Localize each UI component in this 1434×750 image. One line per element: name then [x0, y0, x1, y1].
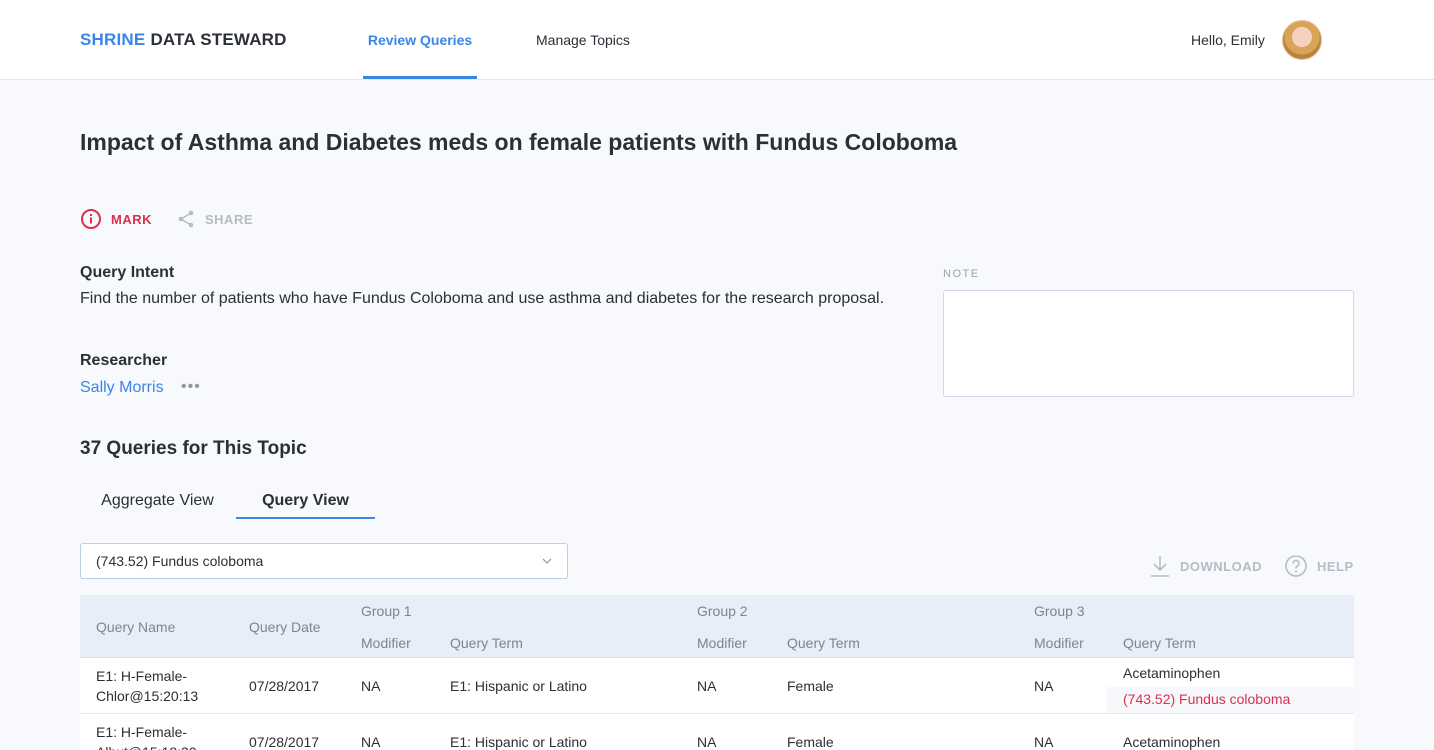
row-query-name: E1: H-Female-Albut@15:18:30 — [96, 724, 197, 750]
col-query-name[interactable]: Query Name — [96, 619, 175, 635]
row-query-name: E1: H-Female-Chlor@15:20:13 — [96, 668, 199, 704]
table-row[interactable]: E1: H-Female-Albut@15:18:30 07/28/2017 N… — [80, 714, 1354, 750]
query-intent-label: Query Intent — [80, 264, 175, 281]
tab-aggregate-view[interactable]: Aggregate View — [80, 484, 235, 519]
term-filter-value: (743.52) Fundus coloboma — [96, 553, 264, 569]
row-g1-term: E1: Hispanic or Latino — [450, 734, 587, 750]
more-options-icon[interactable]: ••• — [181, 378, 201, 396]
row-g1-modifier: NA — [361, 734, 381, 750]
row-query-date: 07/28/2017 — [249, 678, 320, 694]
col-query-date[interactable]: Query Date — [249, 619, 321, 635]
mark-button[interactable]: MARK — [80, 208, 152, 230]
mark-label: MARK — [111, 211, 152, 227]
queries-table-header: Query Name Query Date Group 1 Modifier Q… — [80, 595, 1354, 658]
col-g2-modifier[interactable]: Modifier — [697, 635, 747, 651]
brand-shrine: SHRINE — [80, 30, 146, 49]
row-g3-modifier: NA — [1034, 678, 1054, 694]
row-g2-modifier: NA — [697, 734, 717, 750]
share-button[interactable]: SHARE — [176, 209, 253, 229]
col-group-3: Group 3 — [1034, 603, 1085, 619]
col-g1-modifier[interactable]: Modifier — [361, 635, 411, 651]
row-g1-modifier: NA — [361, 678, 381, 694]
col-g3-query-term[interactable]: Query Term — [1123, 635, 1196, 651]
top-navigation-bar: SHRINE DATA STEWARD Review Queries Manage… — [0, 0, 1434, 80]
download-label: DOWNLOAD — [1180, 558, 1262, 574]
col-g2-query-term[interactable]: Query Term — [787, 635, 860, 651]
user-avatar[interactable] — [1282, 20, 1322, 60]
topic-actions: MARK SHARE — [80, 207, 253, 231]
col-group-1: Group 1 — [361, 603, 412, 619]
row-g3-modifier: NA — [1034, 734, 1054, 750]
row-g3-term-highlighted: (743.52) Fundus coloboma — [1123, 691, 1291, 707]
help-button[interactable]: HELP — [1284, 554, 1354, 578]
researcher-link[interactable]: Sally Morris — [80, 379, 164, 397]
col-g1-query-term[interactable]: Query Term — [450, 635, 523, 651]
note-label: NOTE — [943, 268, 980, 280]
queries-heading: 37 Queries for This Topic — [80, 438, 307, 459]
help-circle-icon — [1285, 555, 1307, 577]
user-greeting: Hello, Emily — [1191, 32, 1265, 48]
share-icon — [178, 210, 194, 228]
download-icon — [1151, 556, 1169, 577]
tab-query-view[interactable]: Query View — [236, 484, 375, 519]
row-g1-term: E1: Hispanic or Latino — [450, 678, 587, 694]
nav-review-queries[interactable]: Review Queries — [363, 0, 477, 79]
col-group-2: Group 2 — [697, 603, 748, 619]
table-row[interactable]: E1: H-Female-Chlor@15:20:13 07/28/2017 N… — [80, 658, 1354, 714]
row-g3-term: Acetaminophen — [1123, 734, 1221, 750]
download-button[interactable]: DOWNLOAD — [1149, 554, 1262, 578]
row-g2-term: Female — [787, 734, 834, 750]
page-title: Impact of Asthma and Diabetes meds on fe… — [80, 129, 958, 155]
row-g3-term: Acetaminophen — [1123, 665, 1221, 681]
researcher-label: Researcher — [80, 352, 168, 369]
share-label: SHARE — [205, 211, 254, 227]
help-label: HELP — [1317, 558, 1354, 574]
alert-circle-icon — [81, 209, 101, 229]
app-logo[interactable]: SHRINE DATA STEWARD — [80, 30, 287, 50]
col-g3-modifier[interactable]: Modifier — [1034, 635, 1084, 651]
query-intent-text: Find the number of patients who have Fun… — [80, 290, 885, 307]
row-g2-modifier: NA — [697, 678, 717, 694]
nav-manage-topics[interactable]: Manage Topics — [536, 0, 630, 79]
chevron-down-icon — [542, 558, 552, 564]
note-textarea[interactable] — [943, 290, 1354, 397]
brand-data-steward: DATA STEWARD — [150, 30, 287, 49]
row-g2-term: Female — [787, 678, 834, 694]
term-filter-select[interactable]: (743.52) Fundus coloboma — [80, 543, 568, 579]
row-query-date: 07/28/2017 — [249, 734, 320, 750]
